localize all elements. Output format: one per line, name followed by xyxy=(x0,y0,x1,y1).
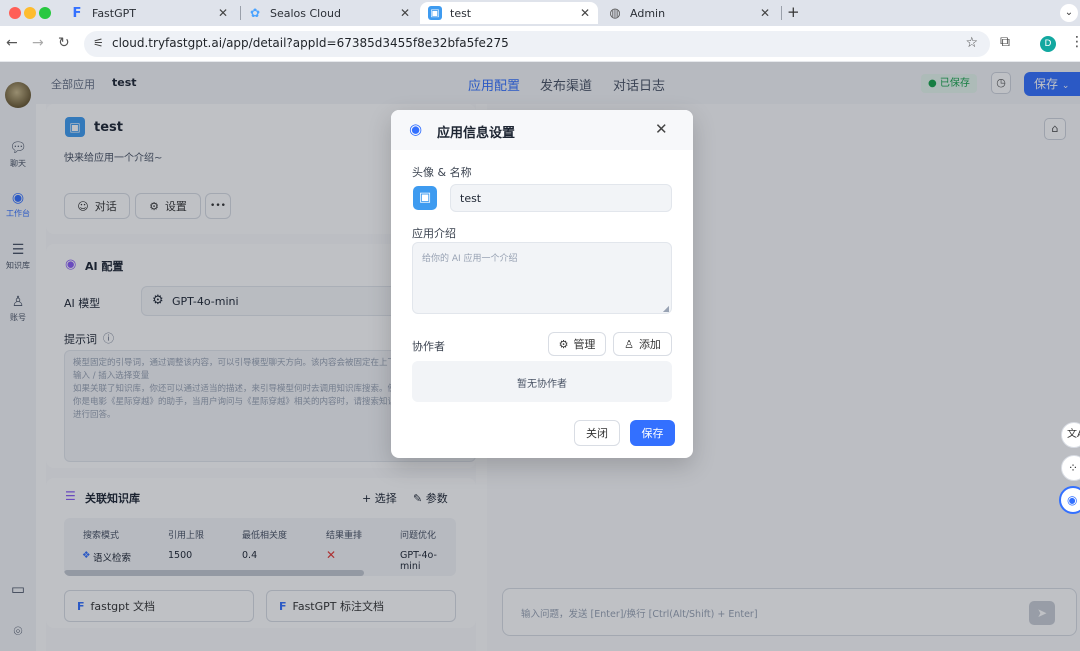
dialog-header: ◉ 应用信息设置 ✕ xyxy=(391,110,693,150)
tab-title: FastGPT xyxy=(92,6,136,20)
tab-separator xyxy=(240,6,241,20)
sealos-logo-icon: ✿ xyxy=(249,6,261,20)
close-window-button[interactable] xyxy=(9,7,21,19)
close-icon[interactable]: ✕ xyxy=(655,120,668,138)
intro-label: 应用介绍 xyxy=(412,227,456,240)
browser-tab-strip: F FastGPT ✕ ✿ Sealos Cloud ✕ ▣ test ✕ ◍ … xyxy=(0,0,1080,26)
intro-placeholder: 给你的 AI 应用一个介绍 xyxy=(422,254,518,264)
maximize-window-button[interactable] xyxy=(39,7,51,19)
save-button[interactable]: 保存 xyxy=(630,420,675,446)
url-text: cloud.tryfastgpt.ai/app/detail?appId=673… xyxy=(112,36,509,50)
close-button[interactable]: 关闭 xyxy=(574,420,620,446)
back-icon[interactable]: ← xyxy=(6,35,18,51)
collaborators-label: 协作者 xyxy=(412,340,445,353)
browser-menu-icon[interactable]: ⋮ xyxy=(1070,34,1080,50)
reload-icon[interactable]: ↻ xyxy=(58,35,70,51)
tab-title: test xyxy=(450,6,472,20)
tab-title: Admin xyxy=(630,6,666,20)
avatar-name-label: 头像 & 名称 xyxy=(412,166,472,179)
collaborators-empty-box: 暂无协作者 xyxy=(412,361,672,402)
empty-collaborators-text: 暂无协作者 xyxy=(517,379,567,390)
tab-search-icon[interactable]: ⌄ xyxy=(1060,4,1078,22)
add-user-icon: ♙ xyxy=(624,337,634,351)
new-tab-button[interactable]: + xyxy=(787,3,800,21)
browser-tab[interactable]: F FastGPT ✕ xyxy=(64,2,236,24)
app-avatar-picker[interactable]: ▣ xyxy=(413,186,437,210)
robot-icon: ◉ xyxy=(409,120,423,138)
extensions-icon[interactable]: ⧉ xyxy=(1000,34,1010,50)
close-button-label: 关闭 xyxy=(586,427,608,440)
add-collaborator-button[interactable]: ♙ 添加 xyxy=(613,332,672,356)
fastgpt-logo-icon: F xyxy=(72,5,82,21)
resize-handle-icon[interactable]: ◢ xyxy=(663,304,669,313)
save-button-label: 保存 xyxy=(641,427,664,440)
manage-collaborators-button[interactable]: ⚙ 管理 xyxy=(548,332,606,356)
app-name-input[interactable]: test xyxy=(450,184,672,212)
browser-tab[interactable]: ✿ Sealos Cloud ✕ xyxy=(244,2,418,24)
app-intro-textarea[interactable]: 给你的 AI 应用一个介绍 ◢ xyxy=(412,242,672,314)
site-info-icon[interactable]: ⚟ xyxy=(93,36,104,50)
close-tab-icon[interactable]: ✕ xyxy=(218,6,228,20)
add-button-label: 添加 xyxy=(638,338,661,351)
gear-icon: ⚙ xyxy=(558,337,569,351)
forward-icon[interactable]: → xyxy=(32,35,44,51)
close-tab-icon[interactable]: ✕ xyxy=(760,6,770,20)
globe-icon: ◍ xyxy=(609,5,621,21)
close-tab-icon[interactable]: ✕ xyxy=(400,6,410,20)
assistant-widget-icon[interactable]: ◉ xyxy=(1059,486,1080,514)
manage-button-label: 管理 xyxy=(573,338,596,351)
tab-separator xyxy=(781,6,782,20)
dialog-title: 应用信息设置 xyxy=(437,126,516,141)
bookmark-star-icon[interactable]: ☆ xyxy=(965,35,978,51)
tab-title: Sealos Cloud xyxy=(270,6,341,20)
address-bar[interactable]: ⚟ cloud.tryfastgpt.ai/app/detail?appId=6… xyxy=(84,31,990,57)
profile-avatar[interactable]: D xyxy=(1040,36,1056,52)
app-info-settings-dialog: ◉ 应用信息设置 ✕ 头像 & 名称 ▣ test 应用介绍 给你的 AI 应用… xyxy=(391,110,693,458)
minimize-window-button[interactable] xyxy=(24,7,36,19)
close-tab-icon[interactable]: ✕ xyxy=(580,6,590,20)
apps-grid-widget-icon[interactable]: ⁘ xyxy=(1061,455,1080,481)
app-cube-icon: ▣ xyxy=(428,6,442,20)
translate-widget-icon[interactable]: 文A xyxy=(1061,422,1080,448)
app-name-value: test xyxy=(460,192,482,205)
browser-toolbar: ← → ↻ ⚟ cloud.tryfastgpt.ai/app/detail?a… xyxy=(0,26,1080,62)
browser-tab[interactable]: ◍ Admin ✕ xyxy=(602,2,778,24)
browser-tab-active[interactable]: ▣ test ✕ xyxy=(420,2,598,24)
